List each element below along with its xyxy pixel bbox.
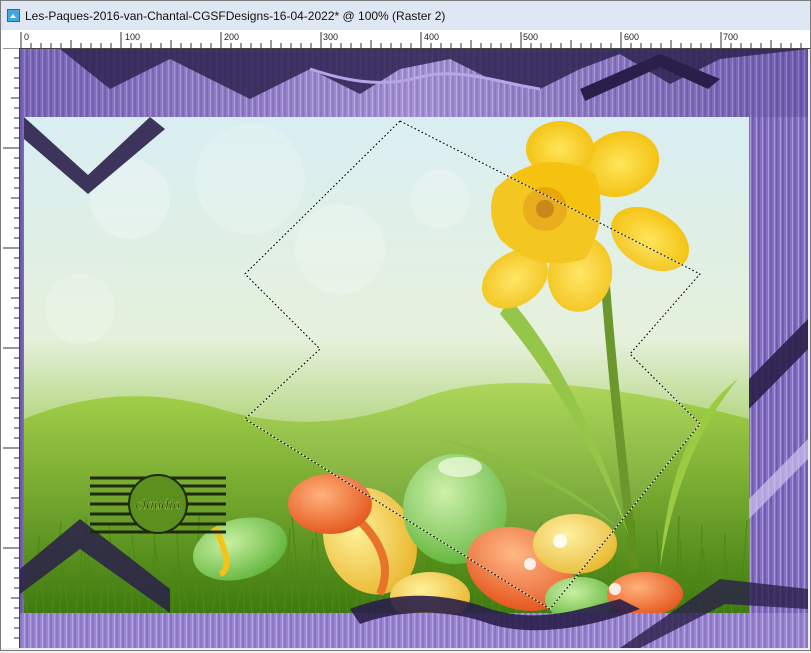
app-window: Les-Paques-2016-van-Chantal-CGSFDesigns-… [0, 0, 811, 651]
selection-marquee[interactable] [1, 1, 811, 652]
